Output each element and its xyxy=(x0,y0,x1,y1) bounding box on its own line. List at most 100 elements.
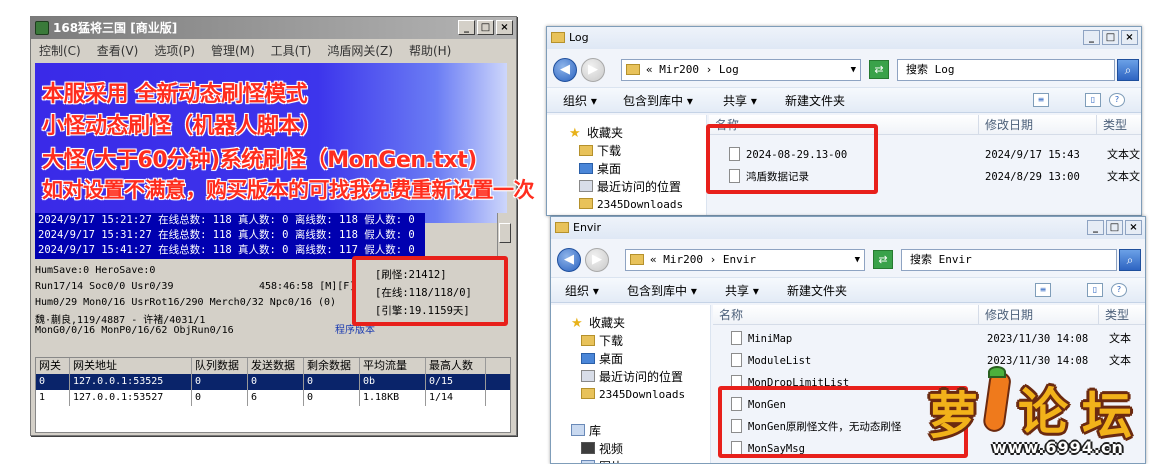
forward-arrow-icon[interactable]: ▶ xyxy=(581,58,605,82)
col-traffic[interactable]: 平均流量 xyxy=(360,358,426,374)
close-button[interactable]: × xyxy=(496,20,513,35)
include-library-button[interactable]: 包含到库中 ▾ xyxy=(623,88,693,114)
menu-tools[interactable]: 工具(T) xyxy=(263,41,320,61)
close-button[interactable]: × xyxy=(1121,30,1138,45)
download-folder-icon xyxy=(579,145,593,156)
list-item[interactable]: MiniMap 2023/11/30 14:08 文本 xyxy=(731,329,1145,349)
nav-downloads[interactable]: 下载 xyxy=(581,333,623,349)
menu-control[interactable]: 控制(C) xyxy=(31,41,89,61)
new-folder-button[interactable]: 新建文件夹 xyxy=(785,88,845,114)
folder-icon xyxy=(626,64,640,75)
nav-recent[interactable]: 最近访问的位置 xyxy=(579,179,681,195)
menu-help[interactable]: 帮助(H) xyxy=(401,41,459,61)
envir-nav-pane: ★ 收藏夹 下载 桌面 最近访问的位置 2345Downloads 库 视频 图片 xyxy=(551,305,711,463)
gateway-table[interactable]: 网关 网关地址 队列数据 发送数据 剩余数据 平均流量 最高人数 0 127.0… xyxy=(35,357,511,433)
minimize-button[interactable]: _ xyxy=(1087,220,1104,235)
promo-line-2: 小怪动态刷怪（机器人脚本） xyxy=(42,114,322,139)
menu-manage[interactable]: 管理(M) xyxy=(203,41,263,61)
minimize-button[interactable]: _ xyxy=(458,20,475,35)
maximize-button[interactable]: □ xyxy=(1106,220,1123,235)
close-button[interactable]: × xyxy=(1125,220,1142,235)
log-nav-pane: ★ 收藏夹 下载 桌面 最近访问的位置 2345Downloads xyxy=(547,115,707,215)
minimize-button[interactable]: _ xyxy=(1083,30,1100,45)
maximize-button[interactable]: □ xyxy=(1102,30,1119,45)
table-row[interactable]: 0 127.0.0.1:53525 0 0 0 0b 0/15 xyxy=(36,374,510,390)
menu-options[interactable]: 选项(P) xyxy=(146,41,203,61)
col-name[interactable]: 名称 xyxy=(713,305,979,325)
share-button[interactable]: 共享 ▾ xyxy=(723,88,757,114)
envir-title-bar[interactable]: Envir _ □ × xyxy=(551,217,1145,239)
col-type[interactable]: 类型 xyxy=(1099,305,1145,325)
organize-button[interactable]: 组织 ▾ xyxy=(565,278,599,304)
cell: 1/14 xyxy=(426,390,486,406)
table-row[interactable]: 1 127.0.0.1:53527 0 6 0 1.18KB 1/14 xyxy=(36,390,510,406)
envir-search-input[interactable]: 搜索 Envir xyxy=(901,249,1117,271)
forward-arrow-icon[interactable]: ▶ xyxy=(585,248,609,272)
folder-icon xyxy=(555,222,569,233)
col-address[interactable]: 网关地址 xyxy=(70,358,192,374)
file-name: MiniMap xyxy=(748,333,793,345)
nav-2345downloads[interactable]: 2345Downloads xyxy=(581,387,685,403)
include-library-button[interactable]: 包含到库中 ▾ xyxy=(627,278,697,304)
server-title-bar[interactable]: 168猛将三国 [商业版] _ □ × xyxy=(31,17,516,39)
back-arrow-icon[interactable]: ◀ xyxy=(553,58,577,82)
col-sent[interactable]: 发送数据 xyxy=(248,358,304,374)
status-player: 魏·蒯良,119/4887 - 许褚/4031/1 xyxy=(35,315,206,326)
cell: 0 xyxy=(36,374,70,390)
col-remain[interactable]: 剩余数据 xyxy=(304,358,360,374)
nav-favorites[interactable]: ★ 收藏夹 xyxy=(569,125,623,142)
scroll-thumb[interactable] xyxy=(499,223,511,243)
log-scrollbar[interactable] xyxy=(497,213,511,259)
refresh-icon[interactable]: ⇄ xyxy=(873,250,893,269)
view-options-icon[interactable]: ≡ xyxy=(1035,283,1051,297)
nav-pictures[interactable]: 图片 xyxy=(581,459,623,463)
cell: 127.0.0.1:53525 xyxy=(70,374,192,390)
col-queue[interactable]: 队列数据 xyxy=(192,358,248,374)
col-type[interactable]: 类型 xyxy=(1097,115,1141,135)
folder-icon xyxy=(579,198,593,209)
envir-address-input[interactable]: « Mir200 › Envir ▼ xyxy=(625,249,865,271)
help-icon[interactable]: ? xyxy=(1109,93,1125,107)
file-date: 2023/11/30 14:08 xyxy=(987,333,1089,345)
nav-downloads[interactable]: 下载 xyxy=(579,143,621,159)
nav-desktop[interactable]: 桌面 xyxy=(579,161,621,177)
nav-videos[interactable]: 视频 xyxy=(581,441,623,457)
nav-recent[interactable]: 最近访问的位置 xyxy=(581,369,683,385)
search-icon[interactable]: ⌕ xyxy=(1119,249,1141,271)
col-max[interactable]: 最高人数 xyxy=(426,358,486,374)
site-logo: 萝 卜 论 坛 www.6994.cn xyxy=(922,366,1172,464)
help-icon[interactable]: ? xyxy=(1111,283,1127,297)
log-files-highlight-box xyxy=(706,124,878,194)
log-address-input[interactable]: « Mir200 › Log ▼ xyxy=(621,59,861,81)
col-date[interactable]: 修改日期 xyxy=(979,115,1097,135)
share-button[interactable]: 共享 ▾ xyxy=(725,278,759,304)
chevron-down-icon[interactable]: ▼ xyxy=(851,60,856,80)
col-gateway[interactable]: 网关 xyxy=(36,358,70,374)
nav-label: 视频 xyxy=(599,442,624,456)
back-arrow-icon[interactable]: ◀ xyxy=(557,248,581,272)
menu-view[interactable]: 查看(V) xyxy=(89,41,147,61)
log-title-bar[interactable]: Log _ □ × xyxy=(547,27,1141,49)
nav-desktop[interactable]: 桌面 xyxy=(581,351,623,367)
nav-libraries[interactable]: 库 xyxy=(571,423,601,439)
log-line: 2024/9/17 15:31:27 在线总数: 118 真人数: 0 离线数:… xyxy=(38,229,415,241)
nav-2345downloads[interactable]: 2345Downloads xyxy=(579,197,683,213)
nav-favorites[interactable]: ★ 收藏夹 xyxy=(571,315,625,332)
video-icon xyxy=(581,442,595,454)
organize-button[interactable]: 组织 ▾ xyxy=(563,88,597,114)
log-search-input[interactable]: 搜索 Log xyxy=(897,59,1115,81)
refresh-icon[interactable]: ⇄ xyxy=(869,60,889,79)
log-output[interactable]: 2024/9/17 15:21:27 在线总数: 118 真人数: 0 离线数:… xyxy=(35,213,425,259)
preview-pane-icon[interactable]: ▯ xyxy=(1085,93,1101,107)
status-time: 458:46:58 [M][F] xyxy=(259,281,356,292)
chevron-down-icon[interactable]: ▼ xyxy=(855,250,860,270)
menu-gateway[interactable]: 鸿盾网关(Z) xyxy=(319,41,401,61)
col-date[interactable]: 修改日期 xyxy=(979,305,1099,325)
new-folder-button[interactable]: 新建文件夹 xyxy=(787,278,847,304)
view-options-icon[interactable]: ≡ xyxy=(1033,93,1049,107)
search-icon[interactable]: ⌕ xyxy=(1117,59,1139,81)
promo-line-3: 大怪(大于60分钟)系统刷怪（MonGen.txt) xyxy=(42,148,477,173)
preview-pane-icon[interactable]: ▯ xyxy=(1087,283,1103,297)
maximize-button[interactable]: □ xyxy=(477,20,494,35)
status-save: HumSave:0 HeroSave:0 xyxy=(35,265,156,276)
